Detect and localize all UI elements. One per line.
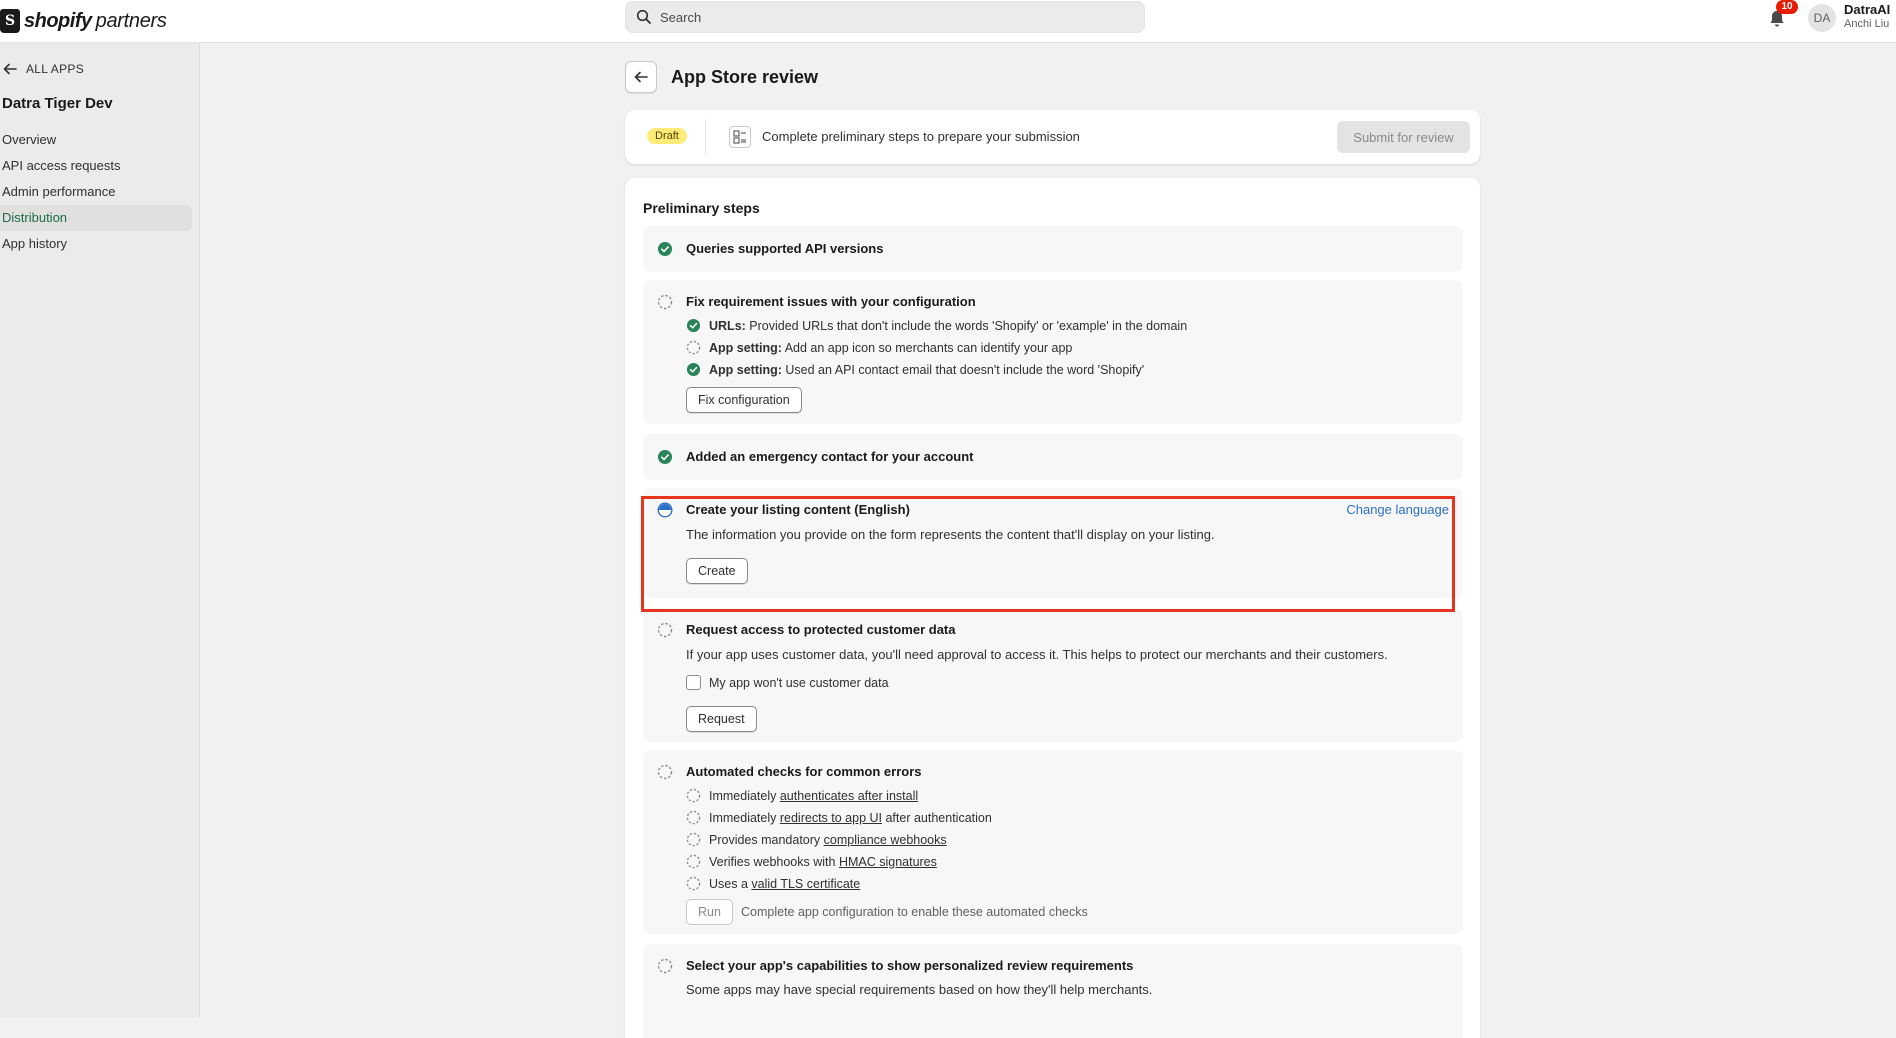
- requirement-item: URLs: Provided URLs that don't include t…: [686, 318, 1187, 333]
- check-item: Uses a valid TLS certificate: [686, 876, 860, 891]
- step-title: Request access to protected customer dat…: [686, 622, 956, 637]
- all-apps-label: ALL APPS: [26, 62, 84, 76]
- step-automated-checks: Automated checks for common errors Immed…: [643, 750, 1463, 934]
- search-input[interactable]: [660, 9, 1120, 25]
- user-menu[interactable]: DatraAI Anchi Liu: [1844, 2, 1890, 32]
- fix-configuration-button[interactable]: Fix configuration: [686, 387, 802, 413]
- check-item: Verifies webhooks with HMAC signatures: [686, 854, 937, 869]
- incomplete-circle-icon: [686, 340, 701, 355]
- search-bar[interactable]: [625, 1, 1145, 33]
- shopify-partners-logo[interactable]: shopify partners: [0, 6, 167, 36]
- step-description: Some apps may have special requirements …: [686, 982, 1153, 997]
- requirement-text: App setting: Used an API contact email t…: [709, 362, 1145, 377]
- submission-status-card: Draft Complete preliminary steps to prep…: [625, 110, 1480, 164]
- sidebar: ALL APPS Datra Tiger Dev Overview API ac…: [0, 43, 200, 1017]
- search-icon: [636, 9, 651, 24]
- no-customer-data-checkbox[interactable]: [686, 675, 701, 690]
- check-item: Immediately redirects to app UI after au…: [686, 810, 992, 825]
- in-progress-circle-icon: [657, 502, 673, 518]
- divider: [705, 119, 706, 155]
- check-link[interactable]: HMAC signatures: [839, 855, 937, 869]
- step-title: Select your app's capabilities to show p…: [686, 958, 1134, 973]
- checklist-icon: [729, 126, 751, 148]
- incomplete-circle-icon: [686, 810, 701, 825]
- step-title: Added an emergency contact for your acco…: [686, 449, 974, 464]
- arrow-left-icon: [3, 63, 17, 75]
- check-circle-icon: [686, 362, 701, 377]
- page-title: App Store review: [671, 66, 819, 87]
- check-link[interactable]: valid TLS certificate: [751, 877, 860, 891]
- create-button[interactable]: Create: [686, 558, 748, 584]
- check-link[interactable]: compliance webhooks: [824, 833, 947, 847]
- back-button[interactable]: [625, 61, 657, 93]
- top-bar: shopify partners 10 DA DatraAI Anchi Liu: [0, 0, 1896, 43]
- requirement-item: App setting: Used an API contact email t…: [686, 362, 1144, 377]
- check-text: Uses a valid TLS certificate: [709, 876, 861, 891]
- main-content: App Store review Draft Complete prelimin…: [200, 43, 1896, 1038]
- change-language-link[interactable]: Change language: [1346, 502, 1449, 517]
- step-description: The information you provide on the form …: [686, 527, 1215, 542]
- incomplete-circle-icon: [686, 854, 701, 869]
- sidebar-item-distribution[interactable]: Distribution: [0, 205, 192, 231]
- step-api-versions: Queries supported API versions: [643, 226, 1463, 272]
- sidebar-item-api-access-requests[interactable]: API access requests: [0, 153, 192, 179]
- requirement-text: App setting: Add an app icon so merchant…: [709, 340, 1073, 355]
- check-link[interactable]: redirects to app UI: [780, 811, 882, 825]
- check-text: Provides mandatory compliance webhooks: [709, 832, 947, 847]
- step-customer-data: Request access to protected customer dat…: [643, 608, 1463, 742]
- sidebar-item-admin-performance[interactable]: Admin performance: [0, 179, 192, 205]
- check-item: Immediately authenticates after install: [686, 788, 918, 803]
- check-circle-icon: [658, 450, 672, 464]
- logo-word-shopify: shopify: [24, 9, 92, 32]
- check-circle-icon: [686, 318, 701, 333]
- arrow-left-icon: [634, 71, 648, 83]
- submit-for-review-button[interactable]: Submit for review: [1337, 121, 1470, 153]
- step-title: Create your listing content (English): [686, 502, 910, 517]
- incomplete-circle-icon: [657, 764, 673, 780]
- requirement-item: App setting: Add an app icon so merchant…: [686, 340, 1072, 355]
- check-circle-icon: [658, 242, 672, 256]
- step-title: Queries supported API versions: [686, 241, 884, 256]
- requirement-text: URLs: Provided URLs that don't include t…: [709, 318, 1188, 333]
- notification-count-badge: 10: [1776, 0, 1798, 14]
- incomplete-circle-icon: [686, 876, 701, 891]
- incomplete-circle-icon: [686, 832, 701, 847]
- step-title: Fix requirement issues with your configu…: [686, 294, 976, 309]
- step-title: Automated checks for common errors: [686, 764, 922, 779]
- step-description: If your app uses customer data, you'll n…: [686, 647, 1388, 662]
- avatar[interactable]: DA: [1808, 4, 1836, 32]
- status-message: Complete preliminary steps to prepare yo…: [762, 129, 1080, 144]
- check-link[interactable]: authenticates after install: [780, 789, 918, 803]
- sidebar-item-overview[interactable]: Overview: [0, 127, 192, 153]
- preliminary-steps-card: Preliminary steps Queries supported API …: [625, 178, 1480, 1038]
- no-customer-data-option[interactable]: My app won't use customer data: [686, 675, 889, 690]
- request-button[interactable]: Request: [686, 706, 757, 732]
- incomplete-circle-icon: [657, 958, 673, 974]
- check-text: Immediately authenticates after install: [709, 788, 919, 803]
- user-name: DatraAI: [1844, 2, 1891, 17]
- shopify-bag-icon: [0, 9, 20, 33]
- step-listing-content: Create your listing content (English) Ch…: [643, 488, 1463, 598]
- step-emergency-contact: Added an emergency contact for your acco…: [643, 434, 1463, 480]
- incomplete-circle-icon: [686, 788, 701, 803]
- check-text: Verifies webhooks with HMAC signatures: [709, 854, 937, 869]
- status-badge: Draft: [647, 128, 687, 144]
- incomplete-circle-icon: [657, 294, 673, 310]
- check-text: Immediately redirects to app UI after au…: [709, 810, 992, 825]
- sidebar-nav: Overview API access requests Admin perfo…: [0, 127, 192, 257]
- checkbox-label: My app won't use customer data: [709, 675, 889, 690]
- step-capabilities: Select your app's capabilities to show p…: [643, 944, 1463, 1038]
- sidebar-item-app-history[interactable]: App history: [0, 231, 192, 257]
- incomplete-circle-icon: [657, 622, 673, 638]
- run-button[interactable]: Run: [686, 899, 733, 925]
- run-note: Complete app configuration to enable the…: [741, 905, 1088, 919]
- page-header: App Store review: [625, 61, 818, 93]
- logo-word-partners: partners: [95, 9, 167, 32]
- user-subtitle: Anchi Liu: [1844, 18, 1890, 30]
- section-title: Preliminary steps: [643, 200, 760, 216]
- app-name: Datra Tiger Dev: [2, 95, 113, 112]
- all-apps-link[interactable]: ALL APPS: [2, 61, 84, 77]
- check-item: Provides mandatory compliance webhooks: [686, 832, 947, 847]
- step-fix-configuration: Fix requirement issues with your configu…: [643, 280, 1463, 424]
